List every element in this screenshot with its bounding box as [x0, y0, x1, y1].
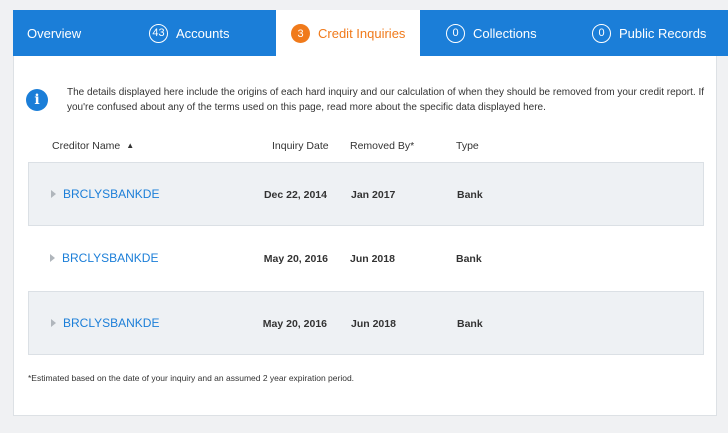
tab-overview[interactable]: Overview [13, 10, 129, 56]
removed-by-date: Jun 2018 [351, 318, 396, 330]
inquiry-date: May 20, 2016 [262, 318, 327, 330]
table-row[interactable]: BRCLYSBANKDE May 20, 2016 Jun 2018 Bank [28, 227, 704, 291]
inquiry-type: Bank [456, 253, 482, 265]
info-description: The details displayed here include the o… [67, 87, 705, 113]
public-records-count-badge: 0 [592, 23, 611, 43]
expand-chevron-icon[interactable] [51, 319, 56, 327]
inquiry-type: Bank [457, 318, 483, 330]
inquiry-date: Dec 22, 2014 [263, 189, 327, 201]
removed-by-date: Jun 2018 [350, 253, 395, 265]
creditor-name-link[interactable]: BRCLYSBANKDE [63, 316, 159, 330]
column-header-removed-by: Removed By* [350, 140, 415, 152]
tab-accounts[interactable]: 43 Accounts [129, 10, 276, 56]
footnote: *Estimated based on the date of your inq… [28, 373, 355, 383]
column-header-type: Type [456, 140, 479, 152]
sort-ascending-icon[interactable]: ▲ [126, 141, 134, 150]
accounts-count-badge: 43 [149, 23, 168, 43]
expand-chevron-icon[interactable] [51, 190, 56, 198]
column-header-inquiry-date: Inquiry Date [272, 140, 329, 152]
tab-public-records-label: Public Records [619, 25, 707, 41]
credit-inquiries-panel: i The details displayed here include the… [13, 56, 717, 416]
creditor-name-link[interactable]: BRCLYSBANKDE [62, 251, 158, 265]
column-header-creditor[interactable]: Creditor Name ▲ [52, 140, 134, 152]
removed-by-date: Jan 2017 [351, 189, 396, 201]
inquiry-type: Bank [457, 189, 483, 201]
table-row[interactable]: BRCLYSBANKDE May 20, 2016 Jun 2018 Bank [28, 291, 704, 355]
tab-credit-inquiries[interactable]: 3 Credit Inquiries [276, 10, 420, 57]
collections-count-badge: 0 [446, 23, 465, 43]
tab-credit-inquiries-label: Credit Inquiries [318, 26, 406, 41]
tab-collections[interactable]: 0 Collections [420, 10, 574, 56]
tab-collections-label: Collections [473, 25, 537, 41]
tab-bar: Overview 43 Accounts 3 Credit Inquiries … [13, 10, 728, 57]
info-icon: i [26, 89, 48, 111]
inquiry-date: May 20, 2016 [263, 253, 328, 265]
expand-chevron-icon[interactable] [50, 254, 55, 262]
tab-accounts-label: Accounts [176, 25, 230, 41]
creditor-name-link[interactable]: BRCLYSBANKDE [63, 187, 159, 201]
tab-overview-label: Overview [27, 25, 82, 41]
credit-inquiries-count-badge: 3 [291, 24, 310, 43]
column-header-creditor-label: Creditor Name [52, 140, 121, 152]
table-row[interactable]: BRCLYSBANKDE Dec 22, 2014 Jan 2017 Bank [28, 162, 704, 226]
tab-public-records[interactable]: 0 Public Records [574, 10, 728, 56]
